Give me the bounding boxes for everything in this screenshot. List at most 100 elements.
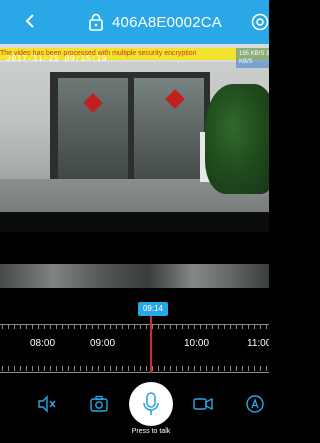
device-title: 406A8E0002CA [112, 13, 222, 31]
control-bar: Press to talk [0, 373, 269, 443]
video-record-icon [193, 397, 213, 411]
live-video[interactable]: The video has been processed with multip… [0, 44, 269, 232]
timeline-tick [74, 324, 75, 329]
talk-button[interactable] [129, 382, 173, 426]
timeline-tick [8, 324, 9, 329]
timeline-tick [50, 324, 51, 329]
timeline-tick [116, 366, 117, 371]
timeline-tick [164, 366, 165, 371]
timeline-tick [74, 366, 75, 371]
timeline-tick [8, 366, 9, 371]
timeline-tick [254, 366, 255, 371]
timeline-tick [236, 324, 237, 329]
camera-icon [90, 395, 108, 412]
mute-button[interactable] [36, 393, 58, 415]
timeline-tick [152, 324, 153, 329]
timeline-tick [200, 324, 201, 329]
timeline-tick [20, 366, 21, 371]
timeline-tick [80, 324, 81, 329]
current-time-badge: 09:14 [138, 302, 168, 316]
timeline-tick [56, 324, 57, 329]
timeline-tick [266, 366, 267, 371]
timeline-tick [170, 324, 171, 329]
timeline-tick [212, 366, 213, 371]
timeline-tick [104, 324, 105, 329]
timeline-tick [62, 324, 63, 329]
auto-mode-icon [246, 395, 264, 413]
timeline-tick [188, 324, 189, 329]
timeline-tick [32, 324, 33, 329]
recording-thumbnails[interactable] [0, 264, 269, 288]
timeline-tick [14, 324, 15, 329]
thumbnail-strip [0, 264, 269, 288]
data-rate-badge: 195 KB/S 3 KB/S [236, 48, 269, 68]
microphone-icon [143, 392, 159, 415]
timeline-tick [44, 324, 45, 329]
timeline-tick [218, 324, 219, 329]
timeline-tick [248, 324, 249, 329]
timeline-cursor[interactable] [150, 316, 152, 373]
timeline-tick [176, 366, 177, 371]
timeline-tick [206, 324, 207, 329]
gear-icon [251, 13, 269, 31]
timeline-tick [194, 366, 195, 371]
timeline-tick [224, 366, 225, 371]
talk-label: Press to talk [131, 428, 171, 435]
timeline-tick [260, 324, 261, 329]
timeline-tick [68, 324, 69, 329]
top-bar: 406A8E0002CA [0, 0, 269, 44]
timeline-tick [188, 366, 189, 371]
timeline-tick [86, 324, 87, 329]
hour-label: 11:00 [247, 338, 269, 349]
timeline-tick [44, 366, 45, 371]
timeline-tick [230, 324, 231, 329]
auto-mode-button[interactable] [244, 393, 266, 415]
timeline-tick [128, 366, 129, 371]
hour-label: 08:00 [30, 338, 56, 349]
timeline-tick [86, 366, 87, 371]
record-button[interactable] [192, 393, 214, 415]
speaker-mute-icon [38, 395, 56, 413]
timeline-tick [92, 324, 93, 329]
timeline-tick [254, 324, 255, 329]
timeline-tick [158, 324, 159, 329]
timeline-tick [164, 324, 165, 329]
timeline-tick [134, 324, 135, 329]
timeline-tick [224, 324, 225, 329]
timeline-ticks-top [0, 324, 269, 330]
timeline-tick [50, 366, 51, 371]
timeline-tick [182, 366, 183, 371]
hour-label: 10:00 [184, 338, 210, 349]
timeline-tick [14, 366, 15, 371]
timeline-tick [26, 324, 27, 329]
timeline-tick [212, 324, 213, 329]
snapshot-button[interactable] [88, 393, 110, 415]
video-scene-plant [205, 84, 269, 194]
timeline-tick [20, 324, 21, 329]
timeline-tick [134, 366, 135, 371]
timeline-tick [182, 324, 183, 329]
playback-timeline[interactable]: 09:14 08:00 09:00 10:00 11:00 [0, 288, 269, 373]
timeline-tick [206, 366, 207, 371]
video-timestamp: 2017-11-25 09:15:19 [6, 54, 108, 63]
timeline-tick [146, 324, 147, 329]
settings-button[interactable] [249, 11, 269, 33]
timeline-tick [140, 324, 141, 329]
timeline-tick [260, 366, 261, 371]
timeline-tick [122, 366, 123, 371]
timeline-tick [38, 324, 39, 329]
timeline-tick [170, 366, 171, 371]
timeline-tick [80, 366, 81, 371]
timeline-tick [236, 366, 237, 371]
timeline-tick [116, 324, 117, 329]
timeline-tick [2, 324, 3, 329]
back-button[interactable] [20, 11, 40, 31]
timeline-tick [152, 366, 153, 371]
timeline-tick [68, 366, 69, 371]
camera-viewer: 406A8E0002CA The video has been processe… [0, 0, 269, 443]
timeline-tick [62, 366, 63, 371]
timeline-tick [98, 324, 99, 329]
timeline-tick [248, 366, 249, 371]
timeline-tick [242, 366, 243, 371]
hour-label: 09:00 [90, 338, 116, 349]
